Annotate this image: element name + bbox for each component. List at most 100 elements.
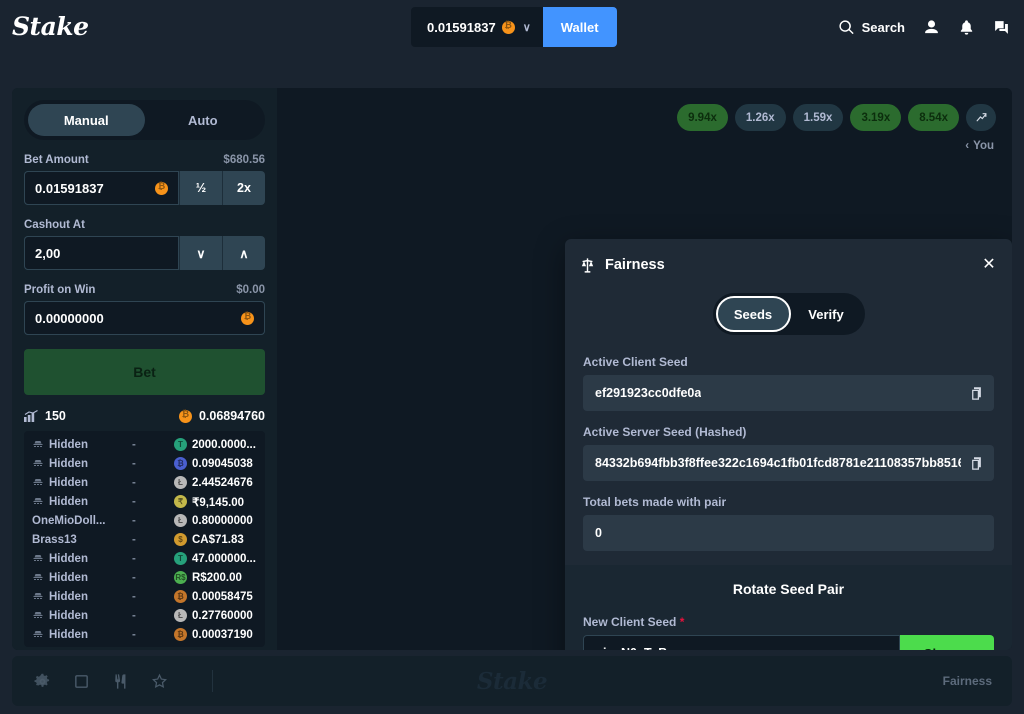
bet-row-player: Hidden bbox=[32, 629, 132, 641]
copy-icon[interactable] bbox=[969, 456, 984, 471]
players-stat: 150 bbox=[24, 409, 66, 423]
currency-coin-icon: Ł bbox=[174, 609, 187, 622]
bet-row-amount: ₿ 0.00058475 bbox=[174, 590, 253, 603]
bet-button[interactable]: Bet bbox=[24, 349, 265, 395]
multiplier-badge[interactable]: 1.59x bbox=[792, 104, 844, 131]
modal-header: Fairness ✕ bbox=[565, 239, 1012, 291]
casino-icon[interactable] bbox=[112, 673, 129, 690]
bet-row[interactable]: Hidden - ₿ 0.09045038 bbox=[32, 454, 257, 473]
user-icon[interactable] bbox=[923, 19, 940, 36]
bet-row[interactable]: Hidden - Ł 0.27760000 bbox=[32, 606, 257, 625]
modal-tab-group: Seeds Verify bbox=[712, 293, 865, 335]
bet-double-button[interactable]: 2x bbox=[222, 171, 265, 205]
hidden-user-icon bbox=[33, 497, 43, 504]
bet-row-amount-value: 2.44524676 bbox=[192, 476, 253, 489]
bet-row-player: Hidden bbox=[32, 610, 132, 622]
bet-row-player-name: Hidden bbox=[49, 438, 88, 451]
hidden-user-icon bbox=[33, 592, 43, 599]
bet-row-amount: T 2000.0000... bbox=[174, 438, 256, 451]
active-client-seed-field[interactable]: ef291923cc0dfe0a bbox=[583, 375, 994, 411]
bet-row-multiplier: - bbox=[132, 438, 136, 451]
display-icon[interactable] bbox=[73, 673, 90, 690]
bet-amount-input[interactable]: 0.01591837 bbox=[24, 171, 179, 205]
bet-amount-fiat: $680.56 bbox=[223, 154, 265, 166]
rotate-seed-pair-title: Rotate Seed Pair bbox=[732, 581, 845, 597]
tab-verify[interactable]: Verify bbox=[791, 296, 862, 332]
balance-display[interactable]: 0.01591837 ∨ bbox=[411, 7, 543, 47]
multiplier-badge[interactable]: 9.94x bbox=[677, 104, 728, 131]
bet-row[interactable]: Hidden - T 2000.0000... bbox=[32, 435, 257, 454]
bet-row-amount: ₿ 0.00037190 bbox=[174, 628, 253, 641]
bet-row-multiplier: - bbox=[132, 457, 136, 470]
bet-row[interactable]: Hidden - Ł 2.44524676 bbox=[32, 473, 257, 492]
bet-row-player: Brass13 bbox=[32, 534, 132, 546]
search-button[interactable]: Search bbox=[838, 19, 905, 36]
stake-logo[interactable]: Stake bbox=[12, 10, 89, 44]
fairness-link[interactable]: Fairness bbox=[943, 656, 992, 706]
close-icon[interactable]: ✕ bbox=[980, 256, 998, 274]
hidden-user-icon bbox=[33, 440, 43, 447]
star-icon[interactable] bbox=[151, 673, 168, 690]
bet-row[interactable]: Brass13 - $ CA$71.83 bbox=[32, 530, 257, 549]
bell-icon[interactable] bbox=[958, 19, 975, 36]
tab-seeds[interactable]: Seeds bbox=[715, 296, 791, 332]
cashout-increase-button[interactable]: ∧ bbox=[222, 236, 265, 270]
bet-row-amount-value: R$200.00 bbox=[192, 571, 242, 584]
new-client-seed-input[interactable]: xigsN0yTuB bbox=[583, 635, 900, 650]
bet-row-player: OneMioDoll... bbox=[32, 515, 132, 527]
multiplier-badge[interactable]: 1.26x bbox=[734, 104, 786, 131]
balance-amount: 0.01591837 bbox=[427, 19, 496, 35]
modal-body: Active Client Seed ef291923cc0dfe0a Acti… bbox=[565, 355, 1012, 650]
currency-coin-icon: ₹ bbox=[174, 495, 187, 508]
bet-row[interactable]: Hidden - ₹ ₹9,145.00 bbox=[32, 492, 257, 511]
profit-label-row: Profit on Win $0.00 bbox=[24, 284, 265, 296]
game-area: 9.94x1.26x1.59x3.19x8.54x ‹ You 8s Total… bbox=[277, 88, 1012, 650]
scales-fairness-icon bbox=[581, 257, 594, 273]
active-client-seed-value: ef291923cc0dfe0a bbox=[595, 386, 702, 400]
you-label-text: You bbox=[973, 140, 994, 152]
bitcoin-coin-icon bbox=[178, 409, 192, 423]
bet-row[interactable]: Hidden - R$ R$200.00 bbox=[32, 568, 257, 587]
bet-row[interactable]: Hidden - T 47.000000... bbox=[32, 549, 257, 568]
profit-fiat: $0.00 bbox=[236, 284, 265, 296]
change-button[interactable]: Change bbox=[900, 635, 994, 650]
nav-right-group: Search bbox=[838, 0, 1010, 54]
total-wagered-stat: 0.06894760 bbox=[178, 409, 265, 423]
active-server-seed-field[interactable]: 84332b694fbb3f8ffee322c1694c1fb01fcd8781… bbox=[583, 445, 994, 481]
bet-row-player: Hidden bbox=[32, 572, 132, 584]
bet-row-player-name: Hidden bbox=[49, 495, 88, 508]
bet-row[interactable]: OneMioDoll... - Ł 0.80000000 bbox=[32, 511, 257, 530]
bet-row-multiplier: - bbox=[132, 514, 136, 527]
bet-row[interactable]: Hidden - ₿ 0.00058475 bbox=[32, 587, 257, 606]
cashout-input-row: 2,00 ∨ ∧ bbox=[24, 236, 265, 270]
hidden-user-icon bbox=[33, 630, 43, 637]
bet-row[interactable]: Hidden - ₿ 0.00037190 bbox=[32, 625, 257, 644]
copy-icon[interactable] bbox=[969, 386, 984, 401]
bet-row-player-name: Hidden bbox=[49, 609, 88, 622]
game-shell: Manual Auto Bet Amount $680.56 0.0159183… bbox=[12, 88, 1012, 650]
live-bet-list[interactable]: Hidden - T 2000.0000... Hidden - ₿ 0.09045038 Hi… bbox=[24, 431, 265, 647]
multiplier-badge[interactable]: 8.54x bbox=[908, 104, 959, 131]
hidden-user-icon bbox=[33, 573, 43, 580]
divider bbox=[212, 670, 213, 692]
cashout-input[interactable]: 2,00 bbox=[24, 236, 179, 270]
settings-icon[interactable] bbox=[34, 673, 51, 690]
bet-halve-button[interactable]: ½ bbox=[179, 171, 222, 205]
chevron-down-icon: ∨ bbox=[522, 21, 531, 34]
wallet-button[interactable]: Wallet bbox=[542, 7, 617, 47]
bet-row-amount-value: 0.80000000 bbox=[192, 514, 253, 527]
mode-toggle: Manual Auto bbox=[24, 100, 265, 140]
cashout-decrease-button[interactable]: ∨ bbox=[179, 236, 222, 270]
profit-input-row: 0.00000000 bbox=[24, 301, 265, 335]
chat-icon[interactable] bbox=[993, 19, 1010, 36]
mode-auto-button[interactable]: Auto bbox=[145, 104, 262, 136]
mode-manual-button[interactable]: Manual bbox=[28, 104, 145, 136]
rotate-seed-pair-section: Rotate Seed Pair New Client Seed * xigsN… bbox=[565, 565, 1012, 650]
bet-row-amount: ₹ ₹9,145.00 bbox=[174, 495, 244, 509]
you-indicator[interactable]: ‹ You bbox=[965, 140, 994, 152]
bet-row-multiplier: - bbox=[132, 628, 136, 641]
modal-title: Fairness bbox=[605, 257, 665, 273]
multiplier-badge[interactable]: 3.19x bbox=[850, 104, 902, 131]
bet-row-amount-value: 0.00037190 bbox=[192, 628, 253, 641]
trend-up-icon[interactable] bbox=[966, 104, 996, 131]
